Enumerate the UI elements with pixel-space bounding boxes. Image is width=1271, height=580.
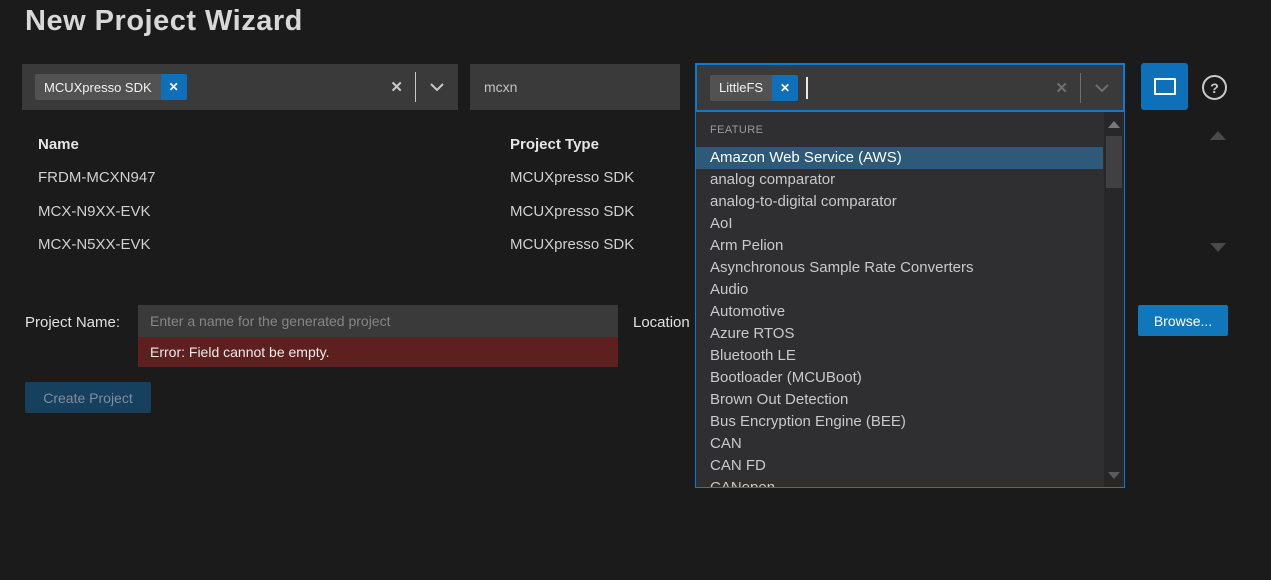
dropdown-item[interactable]: Brown Out Detection [696, 389, 1103, 411]
dropdown-item[interactable]: CAN FD [696, 455, 1103, 477]
dropdown-group-label: FEATURE [710, 124, 763, 136]
feature-filter-tag-label: LittleFS [710, 75, 772, 101]
dropdown-item[interactable]: Asynchronous Sample Rate Converters [696, 257, 1103, 279]
validation-error-message: Error: Field cannot be empty. [138, 337, 618, 367]
scrollbar-thumb[interactable] [1106, 136, 1122, 188]
remove-sdk-tag-icon[interactable]: ✕ [161, 74, 187, 100]
dropdown-item[interactable]: CANopen [696, 477, 1103, 488]
scroll-up-icon[interactable] [1210, 131, 1226, 140]
sdk-filter-tag-label: MCUXpresso SDK [35, 74, 161, 100]
table-row-name[interactable]: MCX-N9XX-EVK [38, 203, 151, 220]
sdk-combo-controls: ✕ [378, 64, 458, 110]
dropdown-item[interactable]: analog comparator [696, 169, 1103, 191]
browse-button[interactable]: Browse... [1138, 305, 1228, 336]
sdk-filter-tag: MCUXpresso SDK ✕ [35, 74, 187, 100]
dropdown-item[interactable]: Automotive [696, 301, 1103, 323]
chevron-down-icon[interactable] [1081, 83, 1123, 93]
dropdown-item[interactable]: Bus Encryption Engine (BEE) [696, 411, 1103, 433]
help-button[interactable]: ? [1202, 75, 1227, 100]
feature-dropdown-list: FEATURE Amazon Web Service (AWS) analog … [695, 112, 1125, 488]
dropdown-items: Amazon Web Service (AWS) analog comparat… [696, 147, 1103, 488]
create-project-button[interactable]: Create Project [25, 382, 151, 413]
feature-filter-tag: LittleFS ✕ [710, 75, 798, 101]
table-row-type[interactable]: MCUXpresso SDK [510, 203, 634, 220]
table-row-type[interactable]: MCUXpresso SDK [510, 236, 634, 253]
dropdown-item[interactable]: CAN [696, 433, 1103, 455]
table-row-type[interactable]: MCUXpresso SDK [510, 169, 634, 186]
project-name-label: Project Name: [25, 314, 120, 331]
column-header-project-type: Project Type [510, 136, 599, 153]
dropdown-item-selected[interactable]: Amazon Web Service (AWS) [696, 147, 1103, 169]
chevron-down-icon[interactable] [416, 82, 458, 92]
scroll-up-icon[interactable] [1108, 121, 1120, 128]
sdk-filter-combobox[interactable]: MCUXpresso SDK ✕ ✕ [22, 64, 458, 110]
new-project-wizard-page: New Project Wizard MCUXpresso SDK ✕ ✕ Li… [0, 0, 1271, 580]
dropdown-item[interactable]: analog-to-digital comparator [696, 191, 1103, 213]
board-search-input[interactable] [470, 64, 680, 110]
dropdown-scrollbar[interactable] [1104, 112, 1124, 487]
dropdown-item[interactable]: AoI [696, 213, 1103, 235]
column-header-name: Name [38, 136, 79, 153]
table-row-name[interactable]: MCX-N5XX-EVK [38, 236, 151, 253]
text-cursor [806, 77, 808, 99]
remove-feature-tag-icon[interactable]: ✕ [772, 75, 798, 101]
dropdown-item[interactable]: Bootloader (MCUBoot) [696, 367, 1103, 389]
dropdown-item[interactable]: Audio [696, 279, 1103, 301]
location-label: Location [633, 314, 690, 331]
scroll-down-icon[interactable] [1210, 243, 1226, 252]
toggle-panel-button[interactable] [1141, 63, 1188, 110]
feature-combo-controls: ✕ [1043, 65, 1123, 110]
dropdown-item[interactable]: Bluetooth LE [696, 345, 1103, 367]
feature-filter-combobox[interactable]: LittleFS ✕ ✕ [695, 63, 1125, 112]
project-name-input[interactable] [138, 305, 618, 337]
table-row-name[interactable]: FRDM-MCXN947 [38, 169, 156, 186]
dropdown-item[interactable]: Arm Pelion [696, 235, 1103, 257]
clear-feature-filter-icon[interactable]: ✕ [1043, 79, 1080, 97]
scroll-down-icon[interactable] [1108, 472, 1120, 479]
dropdown-item[interactable]: Azure RTOS [696, 323, 1103, 345]
window-icon [1154, 78, 1176, 95]
page-title: New Project Wizard [25, 5, 303, 38]
clear-sdk-filter-icon[interactable]: ✕ [378, 78, 415, 96]
